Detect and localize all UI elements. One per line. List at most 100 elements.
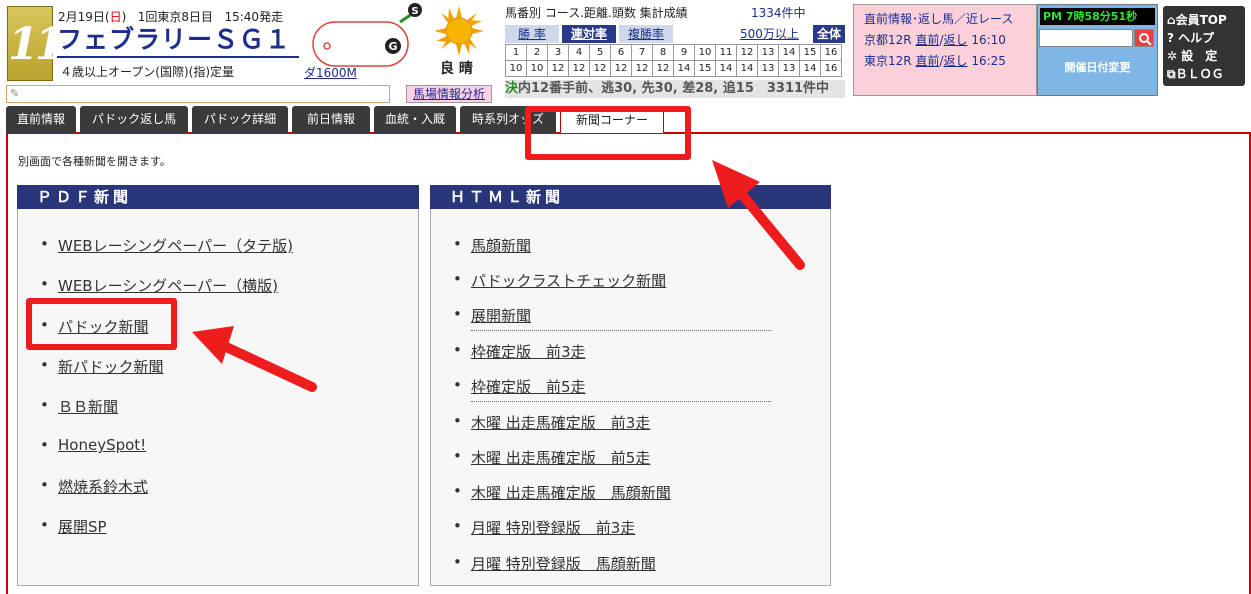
sun-icon	[434, 6, 484, 56]
course-start-marker: S	[411, 6, 418, 17]
pdf-link[interactable]: 展開SP	[58, 516, 107, 537]
kyoto-return-link[interactable]: 返し	[944, 33, 968, 47]
ground-analysis-button[interactable]: 馬場情報分析	[406, 85, 492, 103]
race-title: フェブラリーＳＧ１	[57, 24, 299, 58]
stats-cell-value: 14	[799, 60, 821, 77]
stats-tab-win[interactable]: 勝 率	[505, 25, 559, 43]
stats-ticker: 決内12番手前、逃30, 先30, 差28, 追15 3311件中	[505, 80, 845, 98]
stats-cell-value: 14	[673, 60, 695, 77]
stats-tab-place[interactable]: 複勝率	[619, 25, 673, 43]
member-top-link[interactable]: ⌂会員TOP	[1167, 11, 1241, 29]
course-distance[interactable]: ダ1600M	[304, 64, 357, 81]
pencil-icon: ✎	[10, 87, 20, 100]
pdf-column-title: ＰＤＦ新聞	[17, 185, 419, 209]
date-change-button[interactable]: 開催日付変更	[1038, 59, 1157, 75]
tab-pre-race-info[interactable]: 直前情報	[6, 106, 76, 133]
page: 11 2月19日(日) 1回東京8日目 15:40発走 フェブラリーＳＧ１ ４歳…	[0, 0, 1251, 594]
race-condition: ４歳以上オープン(国際)(指)定量	[60, 65, 235, 79]
clock-display: PM 7時58分51秒	[1040, 8, 1155, 25]
help-link[interactable]: ? ヘルプ	[1167, 29, 1241, 47]
pdf-link[interactable]: 燃焼系鈴木式	[58, 476, 148, 497]
stats-filter-link[interactable]: 500万以上	[740, 25, 799, 43]
stats-cell-value: 12	[568, 60, 590, 77]
tab-paddock-return[interactable]: パドック返し馬	[80, 106, 188, 133]
race-meta: 2月19日(日) 1回東京8日目 15:40発走	[58, 8, 283, 25]
race-time: 16:10	[967, 33, 1006, 47]
tab-paddock-detail[interactable]: パドック詳細	[192, 106, 288, 133]
html-link[interactable]: 枠確定版 前3走	[471, 341, 586, 362]
search-icon[interactable]	[1134, 29, 1154, 47]
stats-cell-number: 5	[589, 44, 611, 61]
stats-cell-number: 10	[694, 44, 716, 61]
memo-input[interactable]: ✎	[6, 85, 390, 103]
stats-cell-number: 11	[715, 44, 737, 61]
tab-pedigree[interactable]: 血統・入厩	[374, 106, 456, 133]
tab-previous-day[interactable]: 前日情報	[292, 106, 370, 133]
html-link[interactable]: 木曜 出走馬確定版 前3走	[471, 412, 650, 433]
stats-cell-value: 10	[505, 60, 527, 77]
pdf-link[interactable]: WEBレーシングペーパー（タテ版)	[58, 235, 293, 256]
kyoto-direct-link[interactable]: 直前	[915, 33, 939, 47]
stats-cell-number: 15	[799, 44, 821, 61]
race-label: 東京12R	[864, 54, 916, 68]
course-goal-marker: G	[388, 40, 397, 53]
html-link[interactable]: 馬顔新聞	[471, 235, 531, 256]
weather-label: 良 晴	[440, 61, 473, 77]
stats-tab-quinella[interactable]: 連対率	[562, 25, 616, 43]
stats-cell-number: 6	[610, 44, 632, 61]
stats-tabs: 勝 率 連対率 複勝率 500万以上 全体	[505, 25, 845, 43]
stats-count: 1334件中	[751, 6, 806, 20]
stats-cell-number: 7	[631, 44, 653, 61]
recent-race-box: 直前情報･返し馬／近レース 京都12R 直前/返し 16:10 東京12R 直前…	[853, 4, 1037, 96]
html-column-title: ＨＴＭＬ新聞	[430, 185, 831, 209]
html-link[interactable]: 月曜 特別登録版 馬顔新聞	[471, 553, 656, 574]
highlight-box-tab	[525, 106, 691, 160]
stats-cell-value: 13	[757, 60, 779, 77]
html-link[interactable]: 枠確定版 前5走	[471, 376, 586, 397]
ticker-text: 内12番手前、逃30, 先30, 差28, 追15 3311件中	[518, 81, 830, 96]
stats-cell-value: 14	[715, 60, 737, 77]
stats-cell-number: 8	[652, 44, 674, 61]
stats-all-button[interactable]: 全体	[813, 25, 845, 43]
stats-cell-number: 13	[757, 44, 779, 61]
recent-race-title[interactable]: 直前情報･返し馬／近レース	[864, 9, 1026, 30]
html-link[interactable]: 月曜 特別登録版 前3走	[471, 517, 635, 538]
stats-cell-value: 16	[820, 60, 842, 77]
stats-cell-value: 14	[736, 60, 758, 77]
race-dow: 日	[109, 10, 122, 24]
stats-cell-number: 3	[547, 44, 569, 61]
stats-cell-number: 9	[673, 44, 695, 61]
intro-text: 別画面で各種新聞を開きます。	[18, 155, 171, 168]
highlight-box-paddock	[26, 298, 177, 350]
html-link[interactable]: 木曜 出走馬確定版 前5走	[471, 447, 650, 468]
tokyo-return-link[interactable]: 返し	[944, 54, 968, 68]
stats-cell-number: 14	[778, 44, 800, 61]
pdf-link[interactable]: HoneySpot!	[58, 436, 146, 454]
stats-cell-value: 12	[631, 60, 653, 77]
pdf-link[interactable]: 新パドック新聞	[58, 356, 163, 377]
html-link[interactable]: パドックラストチェック新聞	[471, 270, 666, 291]
blog-link[interactable]: ⧉ＢＬＯＧ	[1167, 65, 1241, 83]
stats-panel: 馬番別 コース.距離.頭数 集計成績 1334件中 勝 率 連対率 複勝率 50…	[505, 4, 845, 77]
stats-cell-value: 12	[589, 60, 611, 77]
pdf-link[interactable]: ＢＢ新聞	[58, 396, 118, 417]
race-time: 16:25	[967, 54, 1006, 68]
stats-cell-value: 12	[610, 60, 632, 77]
settings-link[interactable]: ✲ 設 定	[1167, 47, 1241, 65]
html-link[interactable]: 展開新聞	[471, 305, 531, 326]
pdf-link[interactable]: WEBレーシングペーパー（横版)	[58, 275, 278, 296]
tokyo-direct-link[interactable]: 直前	[915, 54, 939, 68]
ticker-prefix: 決	[505, 81, 519, 96]
list-divider	[471, 330, 771, 331]
date-input[interactable]	[1039, 29, 1133, 47]
stats-cell-value: 13	[778, 60, 800, 77]
stats-grid: 1 2 3 4 5 6 7 8 9 10 11 12 13 14 15 16 10 10 12 12 12 12 12 12…	[505, 44, 842, 77]
stats-cell-number: 12	[736, 44, 758, 61]
race-meeting: 1回東京8日目	[137, 10, 214, 24]
stats-cell-value: 10	[526, 60, 548, 77]
race-number-badge: 11	[7, 6, 65, 81]
html-link[interactable]: 木曜 出走馬確定版 馬顔新聞	[471, 482, 671, 503]
race-label: 京都12R	[864, 33, 916, 47]
race-post-time: 15:40発走	[224, 10, 284, 24]
stats-cell-value: 15	[694, 60, 716, 77]
